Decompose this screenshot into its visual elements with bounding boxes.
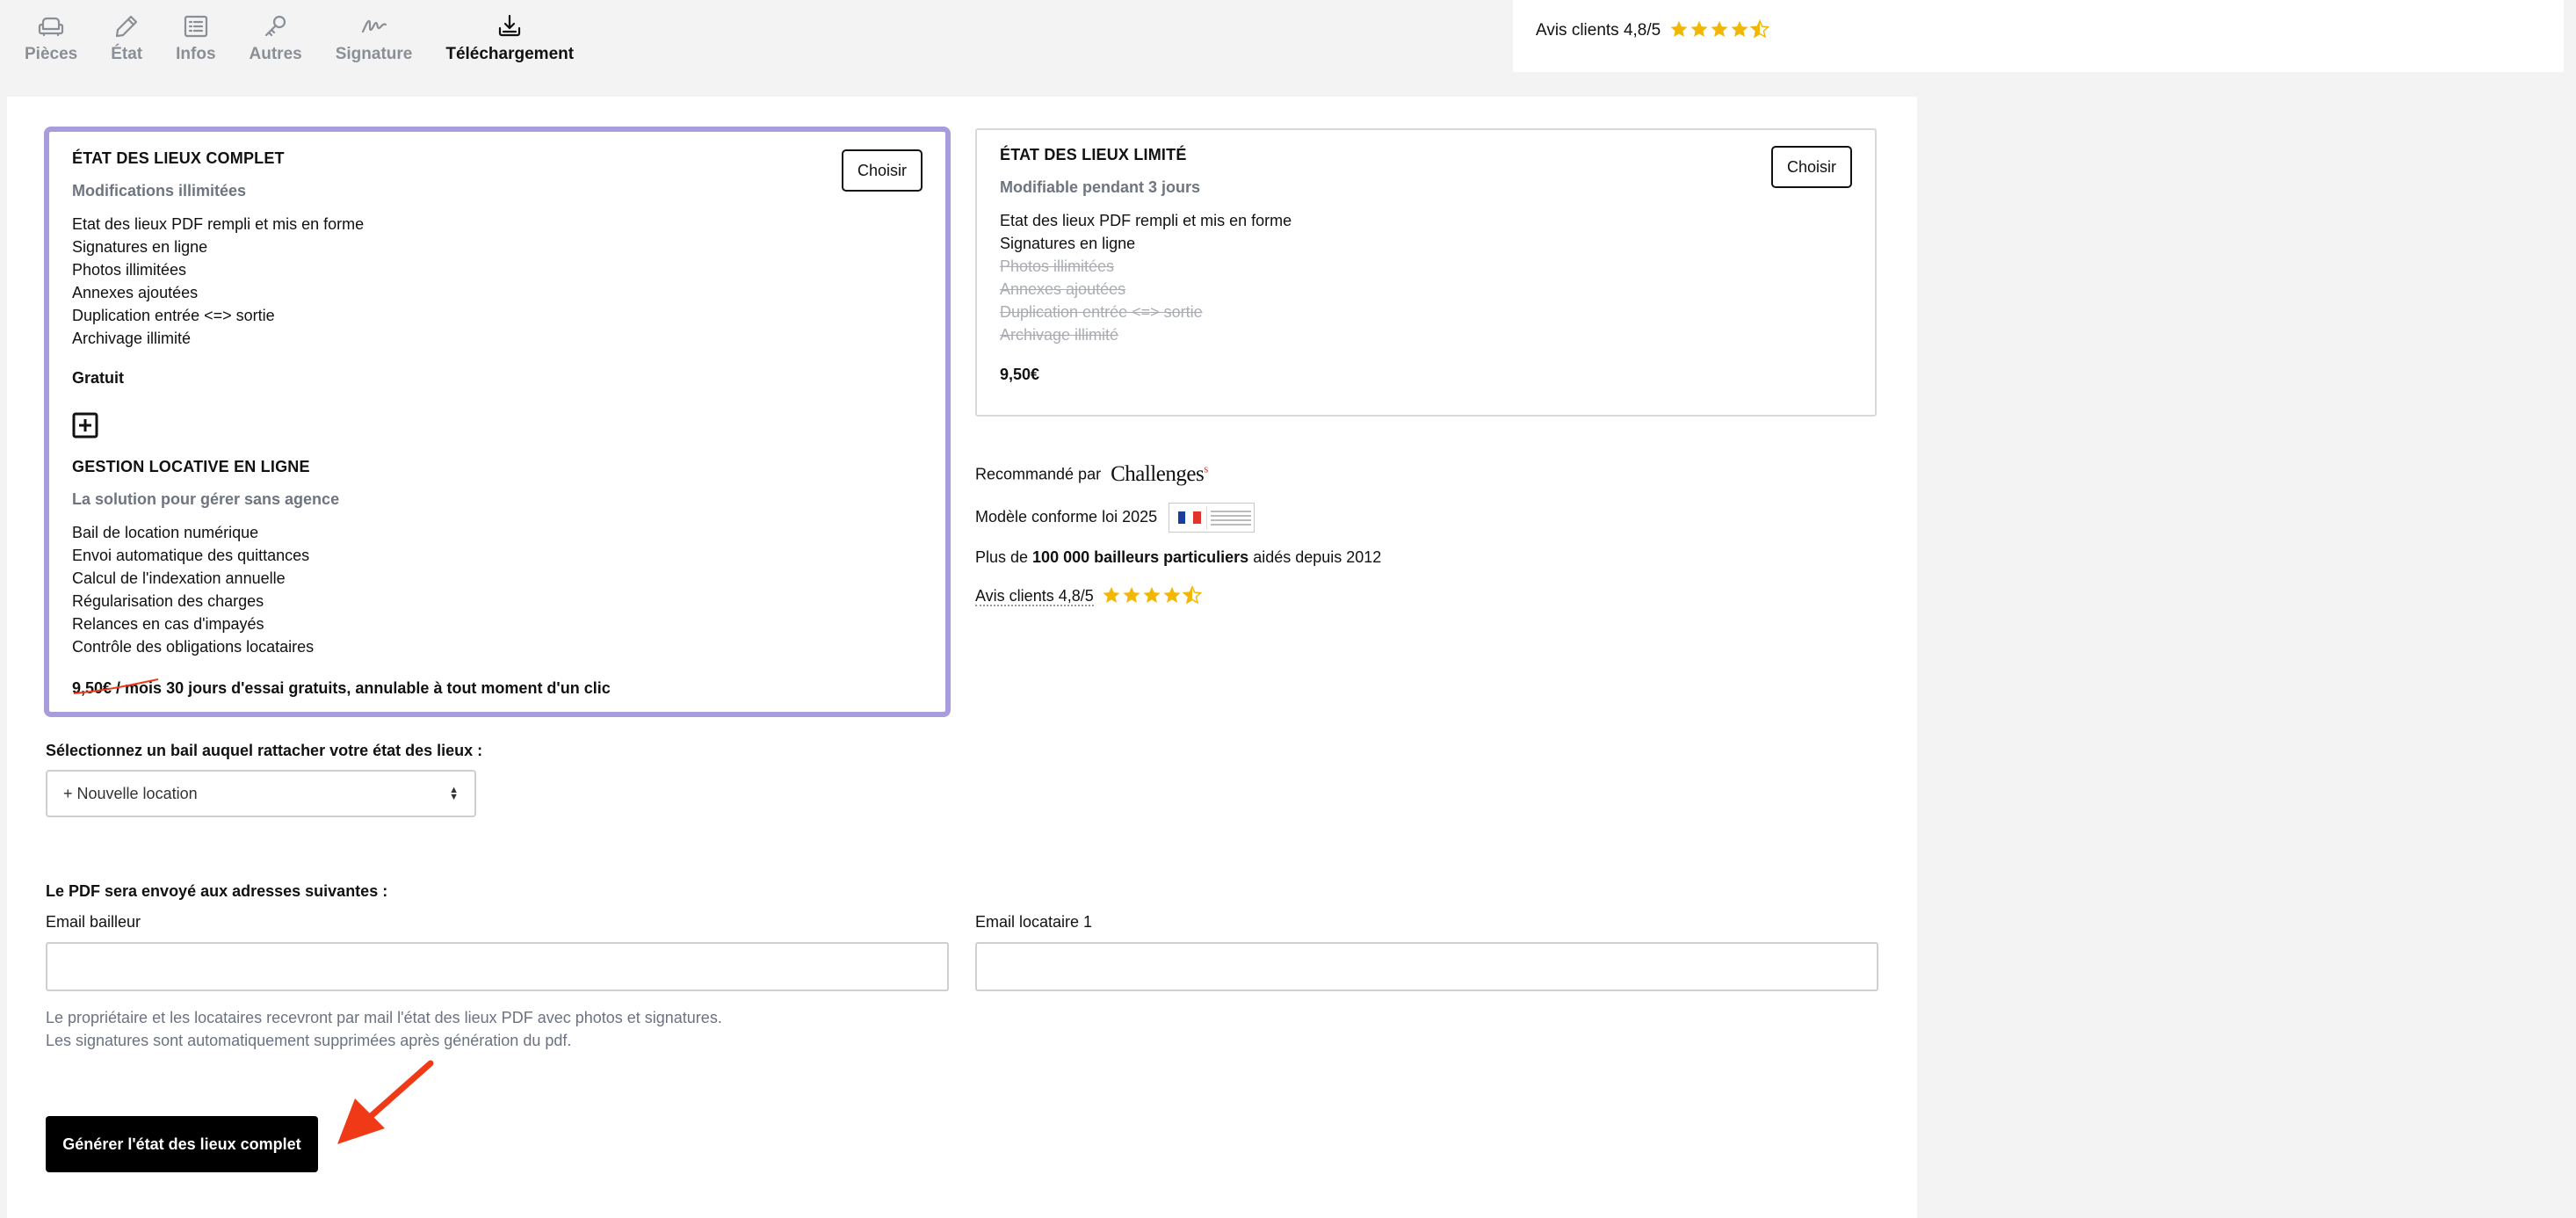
landlords-line: Plus de 100 000 bailleurs particuliers a… bbox=[975, 548, 1381, 567]
star-icon bbox=[1163, 586, 1181, 603]
list-icon bbox=[184, 15, 207, 38]
select-arrows-icon: ▲ ▼ bbox=[449, 785, 459, 802]
rating-text: Avis clients 4,8/5 bbox=[975, 587, 1094, 606]
lease-select[interactable]: + Nouvelle location ▲ ▼ bbox=[46, 770, 476, 817]
star-icon bbox=[1730, 20, 1748, 37]
feature-item-excluded: Archivage illimité bbox=[1000, 326, 1119, 344]
feature-item: Calcul de l'indexation annuelle bbox=[72, 569, 286, 587]
feature-item-excluded: Annexes ajoutées bbox=[1000, 280, 1126, 298]
feature-item: Contrôle des obligations locataires bbox=[72, 638, 315, 656]
tab-etat[interactable]: État bbox=[111, 0, 142, 64]
plan-card-complete[interactable]: Choisir ÉTAT DES LIEUX COMPLET Modificat… bbox=[44, 127, 951, 717]
rating-stars bbox=[1669, 19, 1770, 39]
add-plus-icon[interactable] bbox=[72, 412, 98, 439]
challenges-logo: Challengess bbox=[1111, 462, 1208, 487]
tab-label: État bbox=[111, 45, 143, 63]
tab-pieces[interactable]: Pièces bbox=[25, 0, 77, 64]
lease-select-label: Sélectionnez un bail auquel rattacher vo… bbox=[46, 742, 483, 759]
tab-label: Infos bbox=[176, 45, 216, 63]
pdf-note: Le propriétaire et les locataires recevr… bbox=[46, 1006, 722, 1052]
government-badge-icon bbox=[1169, 503, 1255, 533]
feature-item-excluded: Photos illimitées bbox=[1000, 257, 1115, 275]
red-arrow-icon bbox=[337, 1060, 434, 1144]
tab-label: Téléchargement bbox=[445, 45, 575, 63]
feature-item: Annexes ajoutées bbox=[72, 284, 199, 301]
model-text: Modèle conforme loi 2025 bbox=[975, 507, 1158, 526]
star-icon bbox=[1690, 20, 1708, 37]
recommended-text: Recommandé par bbox=[975, 465, 1102, 483]
model-line: Modèle conforme loi 2025 bbox=[975, 503, 1255, 533]
plan-price: Gratuit bbox=[72, 369, 125, 387]
addon-title: GESTION LOCATIVE EN LIGNE bbox=[72, 458, 310, 475]
feature-item: Relances en cas d'impayés bbox=[72, 615, 264, 633]
choose-limited-button[interactable]: Choisir bbox=[1771, 146, 1852, 188]
star-icon bbox=[1710, 20, 1728, 37]
strike-scribble-icon bbox=[73, 678, 159, 694]
landlords-suffix: aidés depuis 2012 bbox=[1248, 548, 1382, 566]
plan-features: Etat des lieux PDF rempli et mis en form… bbox=[72, 213, 923, 350]
rating-text: Avis clients 4,8/5 bbox=[1536, 21, 1661, 40]
tab-label: Pièces bbox=[25, 45, 78, 63]
tab-label: Signature bbox=[335, 45, 413, 63]
plan-features: Etat des lieux PDF rempli et mis en form… bbox=[1000, 209, 1852, 346]
choose-complete-button[interactable]: Choisir bbox=[842, 149, 923, 192]
lease-select-value: + Nouvelle location bbox=[63, 784, 198, 802]
challenges-logo-text: Challenges bbox=[1111, 462, 1205, 487]
tab-label: Autres bbox=[249, 45, 302, 63]
email-landlord-input[interactable] bbox=[46, 942, 949, 991]
rating-line: Avis clients 4,8/5 bbox=[975, 585, 1203, 606]
pdf-note-line: Le propriétaire et les locataires recevr… bbox=[46, 1009, 722, 1026]
tab-infos[interactable]: Infos bbox=[176, 0, 216, 64]
addon-offer: 9,50€ / mois 30 jours d'essai gratuits, … bbox=[72, 678, 923, 698]
signature-icon bbox=[361, 19, 387, 33]
old-price: 9,50€ / mois bbox=[72, 678, 162, 697]
pdf-recipients-label: Le PDF sera envoyé aux adresses suivante… bbox=[46, 882, 388, 900]
tab-telechargement[interactable]: Téléchargement bbox=[445, 0, 574, 64]
star-icon bbox=[1143, 586, 1161, 603]
download-icon bbox=[499, 14, 521, 37]
rating-stars bbox=[1102, 585, 1203, 605]
key-icon bbox=[264, 15, 286, 37]
feature-item: Bail de location numérique bbox=[72, 524, 259, 541]
tab-signature[interactable]: Signature bbox=[335, 0, 413, 64]
feature-item: Signatures en ligne bbox=[72, 238, 208, 256]
plan-subtitle: Modifications illimitées bbox=[72, 182, 247, 199]
tab-autres[interactable]: Autres bbox=[250, 0, 302, 64]
feature-item: Duplication entrée <=> sortie bbox=[72, 307, 275, 324]
feature-item: Etat des lieux PDF rempli et mis en form… bbox=[72, 215, 365, 233]
addon-subtitle: La solution pour gérer sans agence bbox=[72, 490, 340, 508]
feature-item: Photos illimitées bbox=[72, 261, 187, 279]
feature-item: Signatures en ligne bbox=[1000, 235, 1136, 252]
feature-item: Envoi automatique des quittances bbox=[72, 547, 310, 564]
sofa-icon bbox=[39, 17, 64, 37]
pencil-icon bbox=[116, 15, 138, 38]
star-half-icon bbox=[1182, 585, 1202, 605]
landlords-prefix: Plus de bbox=[975, 548, 1033, 566]
email-tenant-label: Email locataire 1 bbox=[975, 913, 1093, 931]
feature-item-excluded: Duplication entrée <=> sortie bbox=[1000, 303, 1203, 321]
star-icon bbox=[1103, 586, 1120, 603]
addon-features: Bail de location numérique Envoi automat… bbox=[72, 521, 923, 658]
star-icon bbox=[1669, 20, 1688, 37]
feature-item: Etat des lieux PDF rempli et mis en form… bbox=[1000, 212, 1292, 229]
email-landlord-label: Email bailleur bbox=[46, 913, 141, 931]
step-navigation: Pièces État Infos Autres Signature Téléc… bbox=[0, 0, 607, 88]
generate-button[interactable]: Générer l'état des lieux complet bbox=[46, 1116, 318, 1172]
feature-item: Archivage illimité bbox=[72, 330, 192, 347]
plan-title: ÉTAT DES LIEUX COMPLET bbox=[72, 149, 285, 167]
plan-price: 9,50€ bbox=[1000, 366, 1040, 383]
plan-card-limited[interactable]: Choisir ÉTAT DES LIEUX LIMITÉ Modifiable… bbox=[975, 128, 1877, 417]
plan-title: ÉTAT DES LIEUX LIMITÉ bbox=[1000, 146, 1187, 163]
feature-item: Régularisation des charges bbox=[72, 592, 264, 610]
landlords-count: 100 000 bailleurs particuliers bbox=[1032, 548, 1249, 566]
star-icon bbox=[1123, 586, 1140, 603]
star-half-icon bbox=[1749, 19, 1769, 39]
plan-subtitle: Modifiable pendant 3 jours bbox=[1000, 178, 1201, 196]
rating-banner: Avis clients 4,8/5 bbox=[1513, 0, 2564, 72]
email-tenant-input[interactable] bbox=[975, 942, 1878, 991]
pdf-note-line: Les signatures sont automatiquement supp… bbox=[46, 1032, 572, 1049]
recommended-line: Recommandé par Challengess bbox=[975, 462, 1208, 487]
offer-text: 30 jours d'essai gratuits, annulable à t… bbox=[162, 679, 611, 697]
